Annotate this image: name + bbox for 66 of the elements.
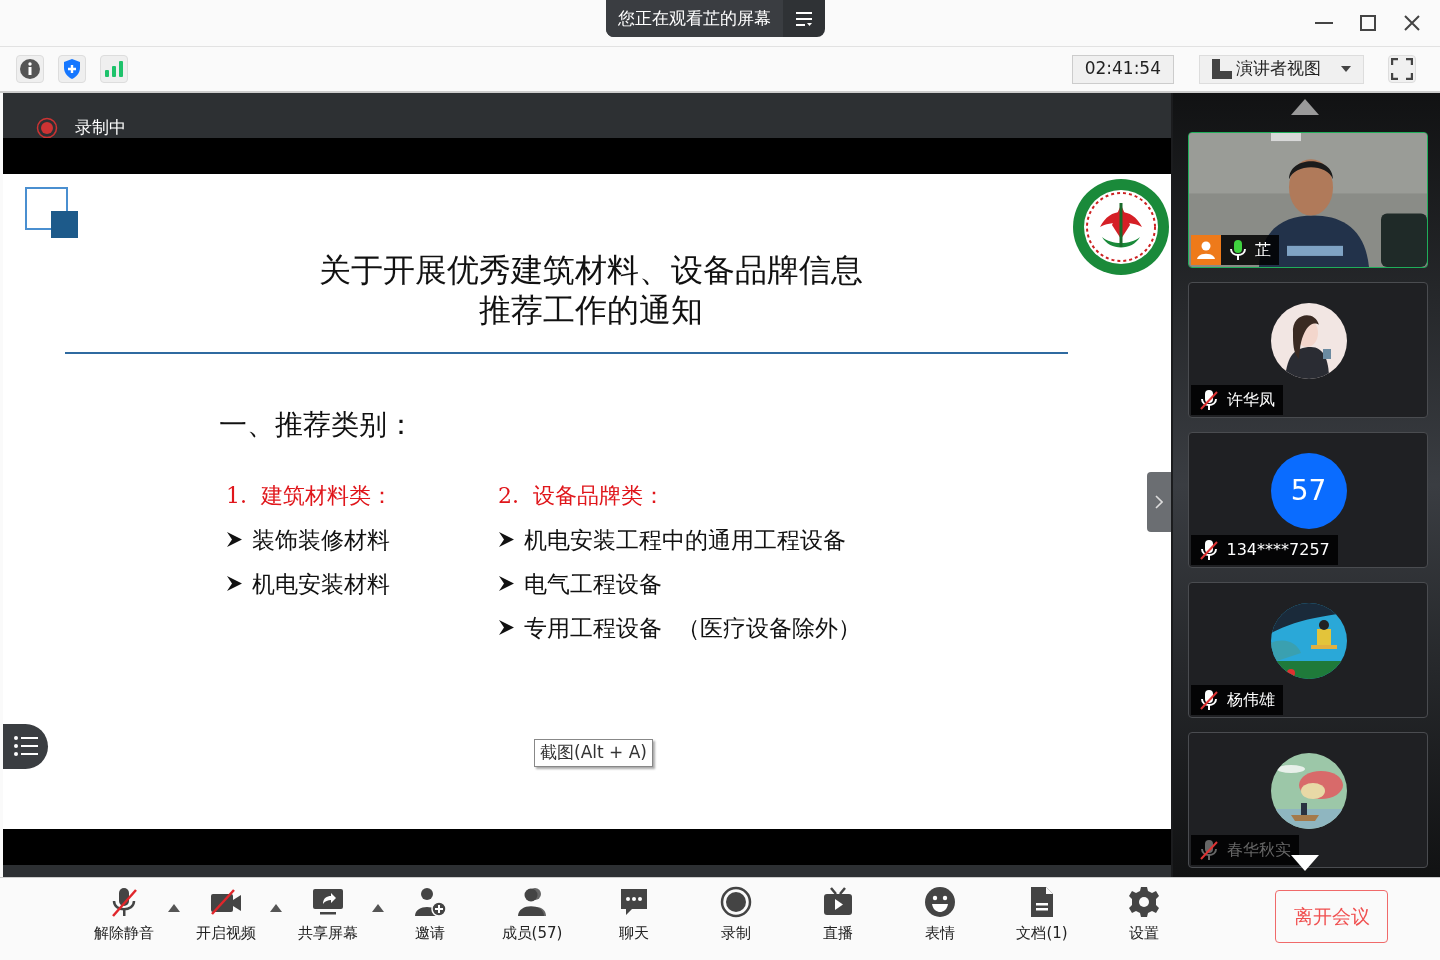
banner-text: 您正在观看芷的屏幕	[606, 0, 783, 37]
meeting-timer: 02:41:54	[1071, 54, 1174, 84]
participant-name: 芷	[1253, 239, 1272, 261]
arrow-bullet-icon	[498, 575, 515, 593]
arrow-bullet-icon	[226, 531, 243, 549]
participant-name: 杨伟雄	[1225, 689, 1276, 711]
list-icon	[12, 735, 39, 758]
recording-label: 录制中	[75, 115, 126, 139]
caret-icon[interactable]	[371, 903, 385, 913]
toolbar-button[interactable]: 聊天	[618, 886, 650, 945]
participant-tile[interactable]: 杨伟雄	[1187, 582, 1428, 718]
section-heading: 一、推荐类别：	[219, 406, 416, 443]
scroll-up-icon[interactable]	[1291, 99, 1319, 115]
side-panel-toggle[interactable]	[1147, 471, 1171, 532]
add-person-icon	[414, 886, 446, 918]
participant-tile[interactable]: 57 134****7257	[1187, 432, 1428, 568]
toolbar-button[interactable]: 开启视频	[196, 886, 256, 945]
arrow-bullet-icon	[498, 531, 515, 549]
category-heading: 1. 建筑材料类：	[226, 481, 394, 510]
toolbar-button[interactable]: 解除静音	[94, 886, 154, 945]
settings-icon	[1128, 886, 1160, 918]
bullet-item: 装饰装修材料	[252, 525, 390, 555]
outline-menu-button[interactable]	[3, 723, 48, 769]
bullet-item: 电气工程设备	[524, 569, 662, 599]
avatar-badge: 57	[1270, 453, 1347, 529]
slide-title: 推荐工作的通知	[479, 289, 703, 330]
bullet-item: 专用工程设备 （医疗设备除外）	[524, 613, 861, 643]
bullet-item: 机电安装材料	[252, 569, 390, 599]
participant-tile[interactable]: 春华秋实	[1187, 732, 1428, 868]
fullscreen-icon[interactable]	[1388, 55, 1416, 83]
dropdown-caret-icon	[1341, 66, 1351, 72]
screen-share-icon	[312, 886, 344, 918]
participant-tile[interactable]: 许华凤	[1187, 282, 1428, 418]
participant-name: 134****7257	[1225, 539, 1331, 561]
toolbar-button[interactable]: 共享屏幕	[298, 886, 358, 945]
toolbar-button[interactable]: 直播	[822, 886, 854, 945]
info-icon[interactable]	[16, 55, 44, 83]
arrow-bullet-icon	[226, 575, 243, 593]
participant-tile[interactable]: 芷	[1187, 132, 1428, 268]
chevron-right-icon	[1155, 494, 1163, 509]
tv-play-icon	[822, 886, 854, 918]
layout-icon	[1212, 59, 1232, 79]
smiley-icon	[924, 886, 956, 918]
chat-bubble-icon	[618, 886, 650, 918]
toolbar-button[interactable]: 成员(57)	[501, 886, 563, 945]
category-heading: 2. 设备品牌类：	[498, 481, 666, 510]
participant-name: 春华秋实	[1225, 839, 1292, 861]
toolbar-button[interactable]: 设置	[1128, 886, 1160, 945]
toolbar-button[interactable]: 邀请	[414, 886, 446, 945]
view-selector[interactable]: 演讲者视图	[1199, 54, 1364, 84]
security-shield-icon[interactable]	[58, 55, 86, 83]
scroll-down-icon[interactable]	[1291, 855, 1319, 871]
caret-icon[interactable]	[167, 903, 181, 913]
toolbar-button[interactable]: 表情	[924, 886, 956, 945]
bullet-item: 机电安装工程中的通用工程设备	[524, 525, 846, 555]
record-icon	[720, 886, 752, 918]
recording-icon	[36, 116, 58, 139]
screenshot-tooltip: 截图(Alt + A)	[534, 738, 653, 767]
slide-title: 关于开展优秀建筑材料、设备品牌信息	[319, 249, 863, 290]
toolbar-button[interactable]: 录制	[720, 886, 752, 945]
caret-icon[interactable]	[269, 903, 283, 913]
arrow-bullet-icon	[498, 619, 515, 637]
participant-name: 许华凤	[1225, 389, 1276, 411]
corner-decoration	[25, 186, 81, 239]
toolbar-button[interactable]: 文档(1)	[1016, 886, 1068, 945]
people-icon	[516, 886, 548, 918]
